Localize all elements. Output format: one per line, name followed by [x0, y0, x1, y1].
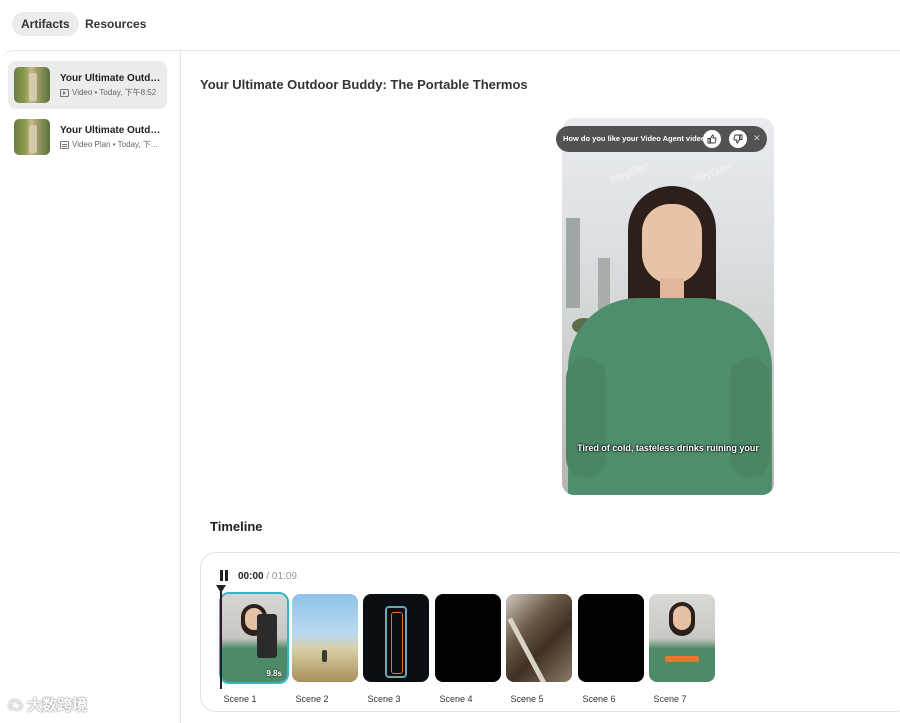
feedback-prompt: How do you like your Video Agent video?: [563, 134, 711, 143]
artifact-meta-text: Video Plan • Today, 下...: [72, 140, 158, 149]
artifact-title: Your Ultimate Outdo...: [60, 73, 164, 84]
time-readout: 00:00 / 01:09: [238, 571, 297, 582]
scene-thumbnail-6[interactable]: [578, 594, 644, 682]
artifact-item-video[interactable]: Your Ultimate Outdo... Video • Today, 下午…: [8, 61, 167, 109]
pause-button[interactable]: [219, 570, 229, 581]
scene-label: Scene 4: [439, 694, 473, 704]
artifact-meta-text: Video • Today, 下午8:52: [72, 88, 157, 97]
total-duration: 01:09: [271, 571, 297, 582]
scene-label: Scene 7: [653, 694, 687, 704]
tab-artifacts[interactable]: Artifacts: [12, 12, 79, 36]
scene-thumbnail-1[interactable]: 9.8s: [219, 592, 289, 684]
scene-strap: [507, 617, 550, 682]
scene-label: Scene 2: [295, 694, 329, 704]
watermark-text: HeyGen: [609, 161, 651, 186]
artifact-title: Your Ultimate Outdo...: [60, 125, 164, 136]
time-separator: /: [266, 571, 270, 582]
artifact-thumbnail: [14, 67, 50, 103]
scene-label: Scene 6: [582, 694, 616, 704]
scene-hiker: [322, 650, 327, 662]
current-time: 00:00: [238, 571, 264, 582]
tab-resources[interactable]: Resources: [76, 12, 155, 36]
scene-thumbnail-4[interactable]: [435, 594, 501, 682]
thumbs-down-icon: [733, 134, 743, 144]
page-title: Your Ultimate Outdoor Buddy: The Portabl…: [200, 77, 528, 92]
scene-caption-bar: [665, 656, 699, 662]
artifact-sidebar: Your Ultimate Outdo... Video • Today, 下午…: [0, 50, 181, 723]
artifact-thumbnail: [14, 119, 50, 155]
video-player[interactable]: Tired of cold, tasteless drinks ruining …: [562, 118, 774, 495]
artifact-meta: Video • Today, 下午8:52: [60, 87, 164, 98]
scene-thumbnail-2[interactable]: [292, 594, 358, 682]
scene-duration: 9.8s: [266, 669, 282, 678]
timeline-playhead[interactable]: [216, 585, 226, 689]
top-tab-bar: Artifacts Resources: [0, 0, 900, 46]
timeline-heading: Timeline: [210, 519, 263, 534]
watermark-text: HeyGen: [691, 161, 733, 186]
feedback-bar: How do you like your Video Agent video? …: [556, 126, 767, 152]
thumbs-up-button[interactable]: [703, 130, 721, 148]
scene-presenter-face: [673, 606, 691, 630]
video-plan-icon: [60, 140, 69, 149]
scene-thermos: [385, 606, 407, 678]
scene-thumbnail-3[interactable]: [363, 594, 429, 682]
close-icon[interactable]: ✕: [753, 133, 761, 144]
video-icon: [60, 88, 69, 97]
thumbs-down-button[interactable]: [729, 130, 747, 148]
artifact-item-video-plan[interactable]: Your Ultimate Outdo... Video Plan • Toda…: [8, 113, 167, 161]
thumbs-up-icon: [707, 134, 717, 144]
scene-thumbnail-5[interactable]: [506, 594, 572, 682]
scene-label: Scene 3: [367, 694, 401, 704]
scene-label: Scene 1: [223, 694, 257, 704]
scene-thumbnail-7[interactable]: [649, 594, 715, 682]
scene-overlay-card: [257, 614, 277, 658]
watermark-logo: ☁ 大数跨境: [8, 694, 87, 715]
scene-label: Scene 5: [510, 694, 544, 704]
heygen-watermark: HeyGen HeyGen: [609, 161, 733, 186]
artifact-meta: Video Plan • Today, 下...: [60, 139, 164, 150]
watermark-text: 大数跨境: [27, 697, 88, 714]
watermark-icon: ☁: [8, 697, 24, 714]
